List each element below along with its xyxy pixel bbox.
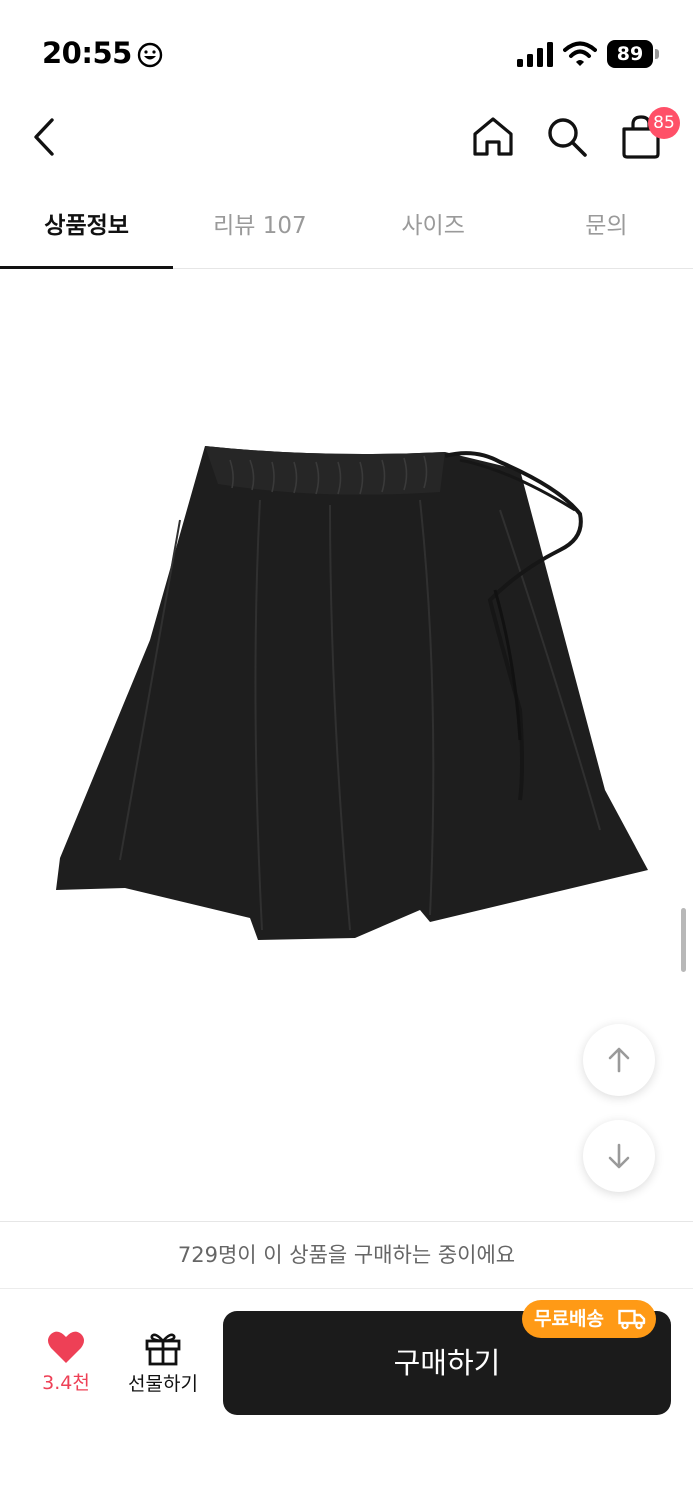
arrow-down-icon bbox=[608, 1143, 630, 1169]
scroll-up-button[interactable] bbox=[583, 1024, 655, 1096]
smiley-icon bbox=[137, 42, 163, 68]
tab-product-info[interactable]: 상품정보 bbox=[0, 196, 174, 269]
wifi-icon bbox=[563, 41, 597, 66]
gift-button[interactable]: 선물하기 bbox=[120, 1330, 206, 1404]
status-bar: 20:55 89 bbox=[0, 0, 693, 100]
tab-inquiry[interactable]: 문의 bbox=[520, 196, 693, 268]
arrow-up-icon bbox=[608, 1047, 630, 1073]
battery-tip bbox=[655, 49, 659, 59]
gift-label: 선물하기 bbox=[128, 1373, 198, 1395]
back-icon[interactable] bbox=[24, 112, 68, 162]
battery-indicator: 89 bbox=[607, 40, 659, 68]
search-icon[interactable] bbox=[543, 114, 591, 160]
tab-size[interactable]: 사이즈 bbox=[347, 196, 520, 268]
bottom-action-bar: 3.4천 선물하기 구매하기 무료배송 bbox=[0, 1290, 693, 1500]
scroll-indicator[interactable] bbox=[681, 908, 686, 972]
scroll-down-button[interactable] bbox=[583, 1120, 655, 1192]
free-shipping-badge: 무료배송 bbox=[522, 1300, 656, 1338]
status-time: 20:55 bbox=[42, 36, 132, 70]
like-count: 3.4천 bbox=[42, 1372, 90, 1394]
cellular-signal-icon bbox=[517, 42, 553, 67]
truck-icon bbox=[618, 1309, 646, 1330]
free-shipping-label: 무료배송 bbox=[534, 1308, 604, 1330]
cart-count-badge: 85 bbox=[648, 107, 680, 139]
battery-level: 89 bbox=[607, 40, 653, 68]
like-button[interactable]: 3.4천 bbox=[26, 1330, 106, 1404]
product-tabs: 상품정보 리뷰 107 사이즈 문의 bbox=[0, 196, 693, 269]
purchasing-now-notice: 729명이 이 상품을 구매하는 중이에요 bbox=[0, 1221, 693, 1289]
gift-icon bbox=[145, 1333, 181, 1366]
heart-icon bbox=[48, 1331, 84, 1363]
tab-reviews[interactable]: 리뷰 107 bbox=[173, 196, 346, 268]
home-icon[interactable] bbox=[469, 114, 517, 160]
